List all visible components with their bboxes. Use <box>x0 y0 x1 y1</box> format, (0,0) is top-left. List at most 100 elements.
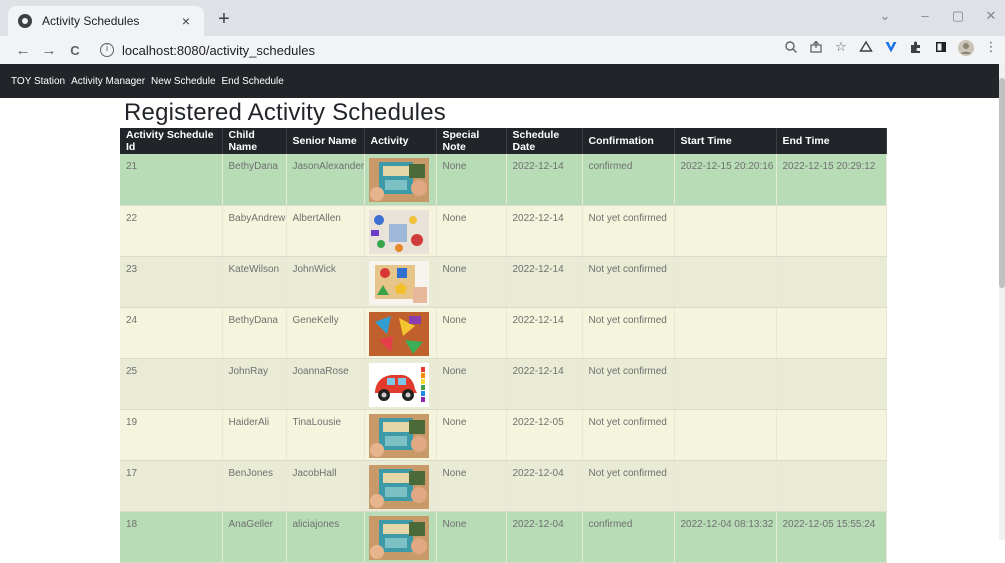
header-schedule-date: Schedule Date <box>506 128 583 154</box>
cell-confirmation: Not yet confirmed <box>582 409 675 461</box>
shape-puzzle-activity-image <box>368 260 436 305</box>
forward-button[interactable]: → <box>38 42 60 59</box>
book-activity-image <box>368 515 436 560</box>
cell-child-name: HaiderAli <box>222 409 287 461</box>
bookmark-star-icon[interactable]: ☆ <box>833 40 849 56</box>
vpn-icon[interactable] <box>883 40 899 56</box>
cell-activity <box>364 460 437 512</box>
nav-end-schedule[interactable]: End Schedule <box>222 76 284 87</box>
browser-toolbar: ← → C i localhost:8080/activity_schedule… <box>0 36 1005 64</box>
blocks-activity-image <box>368 209 436 254</box>
cell-end-time <box>776 460 887 512</box>
minimize-icon[interactable]: – <box>915 8 935 23</box>
profile-avatar[interactable] <box>958 40 974 56</box>
cell-special-note: None <box>436 154 507 206</box>
cell-confirmation: confirmed <box>582 511 675 563</box>
cell-special-note: None <box>436 256 507 308</box>
cell-schedule-date: 2022-12-04 <box>506 460 583 512</box>
activity-schedules-table: Activity Schedule Id Child Name Senior N… <box>120 128 887 563</box>
cell-senior-name: JohnWick <box>286 256 365 308</box>
tab-search-icon[interactable]: ⌄ <box>875 8 895 24</box>
cell-schedule-id: 18 <box>120 511 223 563</box>
cell-schedule-date: 2022-12-05 <box>506 409 583 461</box>
cell-schedule-id: 21 <box>120 154 223 206</box>
browser-tab[interactable]: Activity Schedules × <box>8 6 204 36</box>
restore-icon[interactable]: ▢ <box>948 8 968 24</box>
cell-start-time <box>674 358 777 410</box>
reload-button[interactable]: C <box>64 43 86 58</box>
cell-schedule-date: 2022-12-14 <box>506 154 583 206</box>
page-scrollbar[interactable] <box>999 64 1005 540</box>
cell-confirmation: confirmed <box>582 154 675 206</box>
cell-child-name: BethyDana <box>222 154 287 206</box>
car-coloring-activity-image <box>368 362 436 407</box>
navbar-brand[interactable]: TOY Station <box>11 76 65 87</box>
cell-child-name: AnaGeller <box>222 511 287 563</box>
cell-child-name: BenJones <box>222 460 287 512</box>
header-end-time: End Time <box>776 128 887 154</box>
cell-confirmation: Not yet confirmed <box>582 256 675 308</box>
app-navbar: TOY Station Activity Manager New Schedul… <box>0 64 1005 98</box>
cell-senior-name: JasonAlexander <box>286 154 365 206</box>
cell-senior-name: GeneKelly <box>286 307 365 359</box>
cell-start-time <box>674 256 777 308</box>
table-row: 22 BabyAndrew AlbertAllen None 2022-12-14 No… <box>120 205 887 257</box>
table-header-row: Activity Schedule Id Child Name Senior N… <box>120 128 887 154</box>
cell-end-time: 2022-12-05 15:55:24 <box>776 511 887 563</box>
main-content: Registered Activity Schedules Activity S… <box>120 98 887 563</box>
globe-icon <box>18 14 32 28</box>
cell-confirmation: Not yet confirmed <box>582 307 675 359</box>
table-row: 23 KateWilson JohnWick None 2022-12-14 Not y… <box>120 256 887 308</box>
back-button[interactable]: ← <box>12 42 34 59</box>
tab-close-icon[interactable]: × <box>178 13 194 29</box>
cell-schedule-id: 22 <box>120 205 223 257</box>
table-body: 21 BethyDana JasonAlexander None 2022-12-14… <box>120 154 887 563</box>
cell-start-time: 2022-12-04 08:13:32 <box>674 511 777 563</box>
cell-schedule-id: 19 <box>120 409 223 461</box>
toolbar-icons: ☆ ⋮ <box>783 40 999 56</box>
cell-schedule-id: 25 <box>120 358 223 410</box>
cell-end-time <box>776 205 887 257</box>
header-start-time: Start Time <box>674 128 777 154</box>
table-row: 19 HaiderAli TinaLousie None 2022-12-05 Not … <box>120 409 887 461</box>
cell-schedule-date: 2022-12-14 <box>506 205 583 257</box>
browser-tabstrip: Activity Schedules × + ⌄ – ▢ ✕ <box>0 0 1005 36</box>
drive-icon[interactable] <box>858 40 874 56</box>
cell-schedule-id: 23 <box>120 256 223 308</box>
cell-special-note: None <box>436 511 507 563</box>
table-row: 24 BethyDana GeneKelly None 2022-12-14 Not y… <box>120 307 887 359</box>
close-window-icon[interactable]: ✕ <box>981 8 1001 24</box>
cell-confirmation: Not yet confirmed <box>582 205 675 257</box>
new-tab-button[interactable]: + <box>212 8 236 31</box>
cell-child-name: KateWilson <box>222 256 287 308</box>
cell-special-note: None <box>436 460 507 512</box>
scrollbar-thumb[interactable] <box>999 78 1005 288</box>
cell-start-time <box>674 307 777 359</box>
cell-activity <box>364 358 437 410</box>
site-info-icon[interactable]: i <box>100 43 114 57</box>
tab-title: Activity Schedules <box>42 14 140 28</box>
book-activity-image <box>368 158 436 202</box>
nav-activity-manager[interactable]: Activity Manager <box>71 76 145 87</box>
sidepanel-icon[interactable] <box>933 40 949 56</box>
cell-end-time: 2022-12-15 20:29:12 <box>776 154 887 206</box>
nav-new-schedule[interactable]: New Schedule <box>151 76 215 87</box>
header-child-name: Child Name <box>222 128 287 154</box>
table-row: 25 JohnRay JoannaRose None 2022-12-14 Not ye… <box>120 358 887 410</box>
cell-activity <box>364 409 437 461</box>
cell-special-note: None <box>436 307 507 359</box>
cell-special-note: None <box>436 358 507 410</box>
cell-child-name: BethyDana <box>222 307 287 359</box>
cell-end-time <box>776 307 887 359</box>
menu-icon[interactable]: ⋮ <box>983 40 999 56</box>
extensions-icon[interactable] <box>908 40 924 56</box>
table-row: 17 BenJones JacobHall None 2022-12-04 Not ye… <box>120 460 887 512</box>
cell-child-name: JohnRay <box>222 358 287 410</box>
cell-end-time <box>776 409 887 461</box>
zoom-icon[interactable] <box>783 40 799 56</box>
cell-schedule-date: 2022-12-04 <box>506 511 583 563</box>
share-icon[interactable] <box>808 40 824 56</box>
cell-activity <box>364 154 437 206</box>
cell-activity <box>364 307 437 359</box>
url-text[interactable]: localhost:8080/activity_schedules <box>122 43 315 58</box>
